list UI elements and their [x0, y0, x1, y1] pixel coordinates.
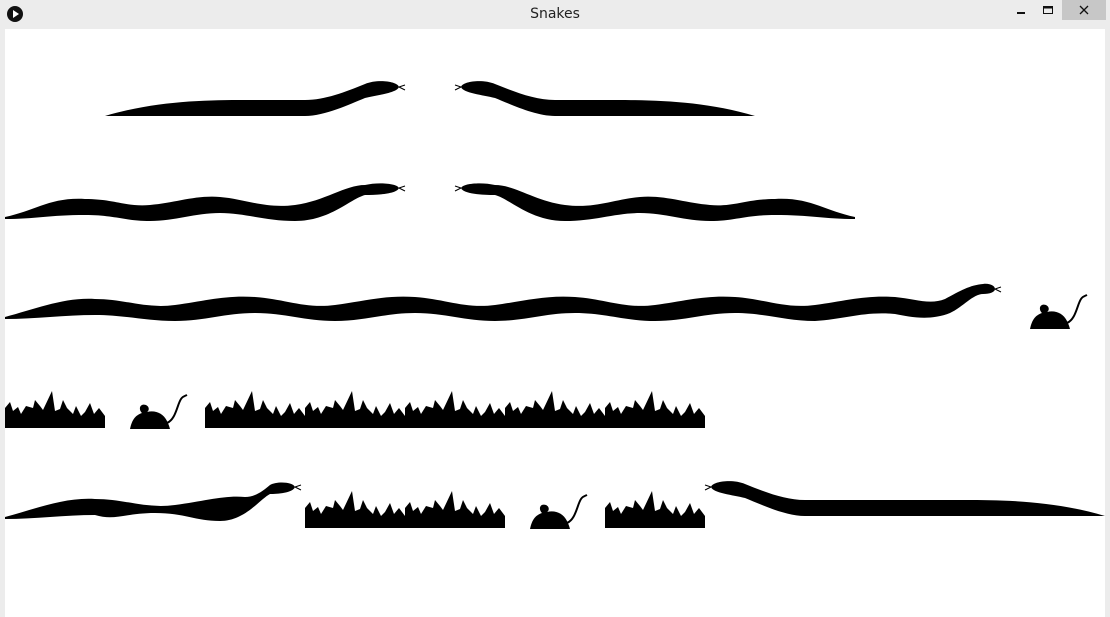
close-button[interactable] — [1062, 0, 1106, 20]
title-bar[interactable]: Snakes — [0, 0, 1110, 28]
maximize-button[interactable] — [1037, 0, 1059, 20]
drawing-canvas[interactable] — [5, 29, 1105, 617]
scene-svg — [5, 81, 1105, 530]
grass — [5, 391, 105, 428]
maximize-icon — [1043, 6, 1053, 14]
snake — [5, 482, 302, 521]
snake — [704, 481, 1105, 516]
grass — [605, 491, 705, 528]
mouse — [529, 494, 588, 530]
mouse — [1029, 294, 1088, 330]
close-icon — [1079, 5, 1089, 15]
snake — [105, 81, 406, 116]
grass — [205, 391, 705, 428]
minimize-button[interactable] — [1010, 0, 1032, 20]
window-title: Snakes — [530, 6, 580, 22]
snake — [454, 81, 755, 116]
mouse — [129, 394, 188, 430]
snake — [454, 183, 855, 221]
snake — [5, 283, 1002, 321]
grass — [305, 491, 505, 528]
snake — [5, 183, 406, 221]
minimize-icon — [1017, 12, 1025, 14]
